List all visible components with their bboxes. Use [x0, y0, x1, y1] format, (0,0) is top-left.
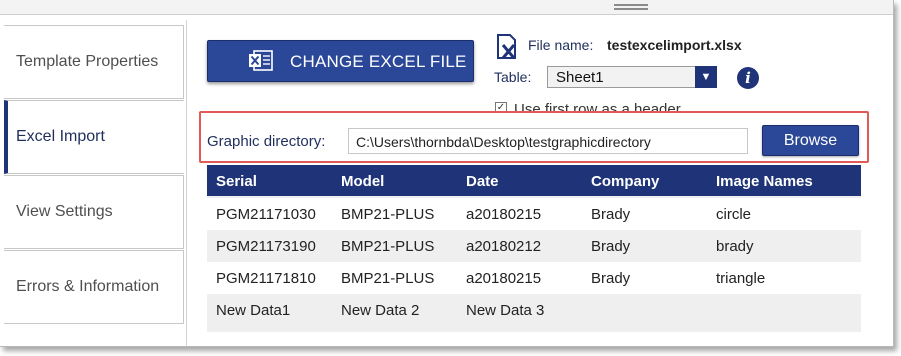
change-excel-file-button[interactable]: CHANGE EXCEL FILE — [207, 40, 474, 82]
tab-label: Errors & Information — [16, 278, 160, 295]
column-header-date[interactable]: Date — [466, 173, 499, 190]
browse-label: Browse — [783, 131, 838, 149]
column-header-company[interactable]: Company — [591, 173, 659, 190]
cell-serial: PGM21173190 — [216, 238, 316, 255]
cell-model: BMP21-PLUS — [341, 206, 435, 223]
drag-grip-icon[interactable] — [614, 4, 648, 10]
table-row[interactable]: PGM21171810 BMP21-PLUS a20180215 Brady t… — [207, 262, 861, 294]
cell-model: BMP21-PLUS — [341, 238, 435, 255]
tab-excel-import[interactable]: Excel Import — [4, 100, 184, 174]
file-name-label: File name: — [528, 37, 594, 53]
tab-view-settings[interactable]: View Settings — [4, 175, 184, 249]
graphic-directory-label: Graphic directory: — [207, 133, 326, 150]
cell-serial: PGM21171810 — [216, 270, 316, 287]
cell-company: Brady — [591, 206, 631, 223]
column-header-serial[interactable]: Serial — [216, 173, 257, 190]
graphic-directory-input[interactable]: C:\Users\thornbda\Desktop\testgraphicdir… — [348, 128, 748, 154]
table-row[interactable]: PGM21171030 BMP21-PLUS a20180215 Brady c… — [207, 198, 861, 230]
tab-label: View Settings — [16, 203, 113, 220]
column-header-image-names[interactable]: Image Names — [716, 173, 813, 190]
tab-label: Excel Import — [16, 128, 105, 145]
top-bar — [0, 0, 893, 15]
cell-model: BMP21-PLUS — [341, 270, 435, 287]
table-row[interactable]: PGM21173190 BMP21-PLUS a20180212 Brady b… — [207, 230, 861, 262]
table-row[interactable]: New Data1 New Data 2 New Data 3 — [207, 294, 861, 326]
cell-date: a20180215 — [466, 206, 542, 223]
browse-button[interactable]: Browse — [762, 125, 859, 156]
cell-image-names: circle — [716, 206, 752, 223]
cell-serial: PGM21171030 — [216, 206, 316, 223]
tab-template-properties[interactable]: Template Properties — [4, 25, 184, 99]
grid-header: Serial Model Date Company Image Names — [207, 165, 861, 196]
cell-model: New Data 2 — [341, 302, 420, 319]
excel-document-icon — [497, 34, 516, 59]
cell-serial: New Data1 — [216, 302, 291, 319]
cell-date: a20180212 — [466, 238, 542, 255]
info-icon[interactable]: i — [737, 67, 759, 89]
table-select[interactable]: Sheet1 ▼ — [547, 66, 717, 88]
excel-file-icon — [249, 50, 273, 71]
column-header-model[interactable]: Model — [341, 173, 384, 190]
cell-company: Brady — [591, 270, 631, 287]
cell-date: New Data 3 — [466, 302, 545, 319]
data-grid: Serial Model Date Company Image Names PG… — [207, 165, 861, 332]
cell-image-names: triangle — [716, 270, 766, 287]
cell-date: a20180215 — [466, 270, 542, 287]
chevron-down-icon[interactable]: ▼ — [695, 66, 717, 88]
cell-company: Brady — [591, 238, 631, 255]
file-name-value: testexcelimport.xlsx — [607, 37, 742, 53]
cell-image-names: brady — [716, 238, 754, 255]
table-select-value: Sheet1 — [556, 69, 604, 86]
tab-errors-information[interactable]: Errors & Information — [4, 250, 184, 324]
sidebar: Template Properties Excel Import View Se… — [0, 20, 185, 346]
change-excel-file-label: CHANGE EXCEL FILE — [290, 52, 467, 71]
tab-label: Template Properties — [16, 53, 159, 70]
table-label: Table: — [494, 69, 532, 85]
